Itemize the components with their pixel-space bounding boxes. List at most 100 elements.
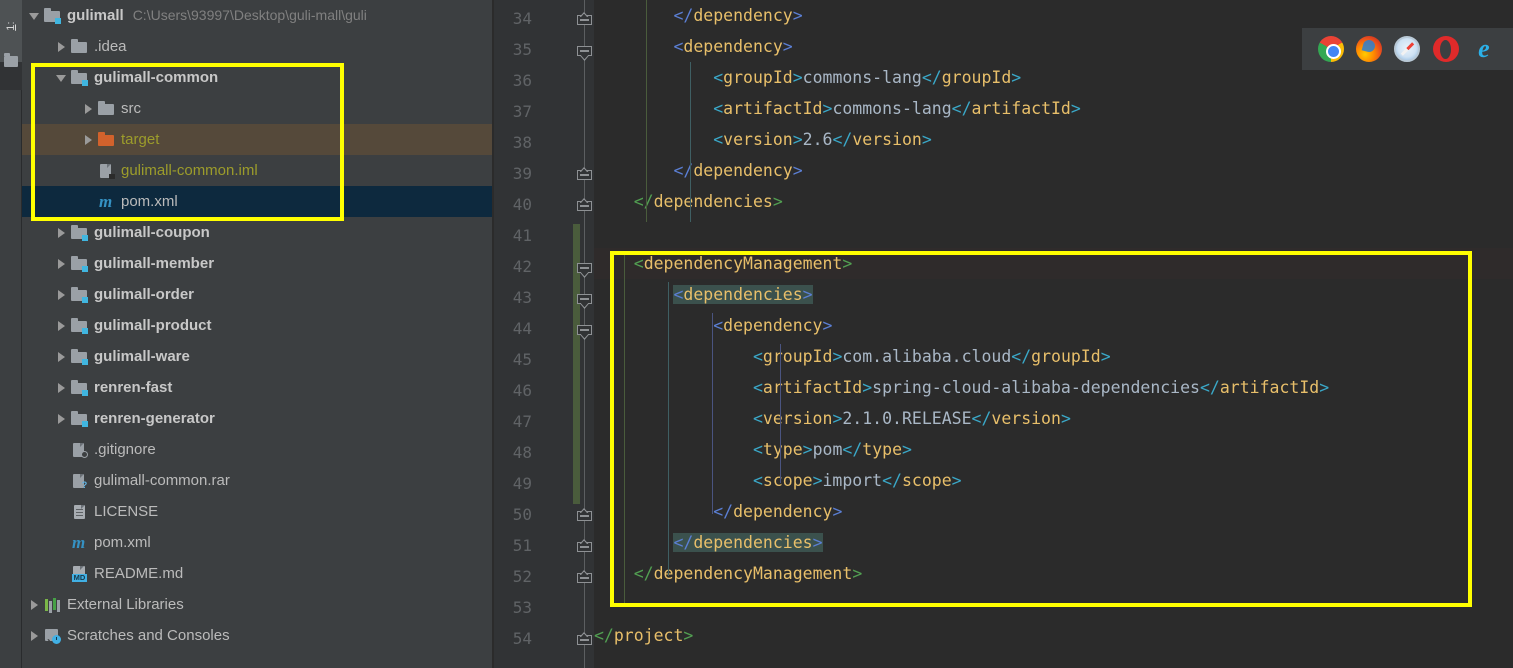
tree-row[interactable]: LICENSE	[22, 496, 493, 527]
tree-row[interactable]: gulimall-common.iml	[22, 155, 493, 186]
code-line[interactable]: </dependencies>	[594, 527, 1513, 558]
tree-row[interactable]: Scratches and Consoles	[22, 620, 493, 657]
chevron-right-icon[interactable]	[82, 133, 95, 146]
module-folder-icon	[71, 379, 88, 396]
tree-row[interactable]: src	[22, 93, 493, 124]
code-line[interactable]: </dependencyManagement>	[594, 558, 1513, 589]
editor-gutter[interactable]: 34 35 36 37 38 39 40 41 42 43 44 45 46 47 48 49 50 51 52 53…	[494, 0, 594, 668]
code-token: >	[902, 440, 912, 459]
code-line[interactable]: <dependencies>	[594, 279, 1513, 310]
fold-collapse-icon[interactable]	[577, 12, 592, 25]
code-line[interactable]: </dependency>	[594, 155, 1513, 186]
code-line[interactable]: <artifactId>spring-cloud-alibaba-depende…	[594, 372, 1513, 403]
tree-row[interactable]: gulimall C:\Users\93997\Desktop\guli-mall…	[22, 0, 493, 31]
code-line[interactable]: </dependencies>	[594, 186, 1513, 217]
code-content[interactable]: </dependency> <dependency> <groupId>comm…	[594, 0, 1513, 668]
safari-icon[interactable]	[1394, 36, 1421, 62]
fold-collapse-icon[interactable]	[577, 508, 592, 521]
code-line[interactable]: <version>2.6</version>	[594, 124, 1513, 155]
tree-row[interactable]: gulimall-coupon	[22, 217, 493, 248]
tree-row[interactable]: target	[22, 124, 493, 155]
chevron-right-icon[interactable]	[55, 226, 68, 239]
fold-collapse-icon[interactable]	[577, 198, 592, 211]
code-line[interactable]: <type>pom</type>	[594, 434, 1513, 465]
fold-collapse-icon[interactable]	[577, 539, 592, 552]
code-token: commons-lang	[802, 68, 922, 87]
firefox-icon[interactable]	[1356, 36, 1383, 62]
chrome-icon[interactable]	[1318, 36, 1345, 62]
fold-collapse-icon[interactable]	[577, 632, 592, 645]
chevron-down-icon[interactable]	[55, 71, 68, 84]
code-editor[interactable]: 34 35 36 37 38 39 40 41 42 43 44 45 46 47 48 49 50 51 52 53…	[494, 0, 1513, 668]
line-number: 50	[512, 505, 532, 524]
browser-preview-bar[interactable]: e	[1302, 28, 1513, 70]
line-number: 48	[512, 443, 532, 462]
fold-collapse-icon[interactable]	[577, 570, 592, 583]
tree-row[interactable]: renren-fast	[22, 372, 493, 403]
code-token: dependencies	[683, 285, 803, 304]
code-token: >	[812, 471, 823, 490]
chevron-right-icon[interactable]	[82, 102, 95, 115]
chevron-right-icon[interactable]	[55, 319, 68, 332]
code-line[interactable]: </dependency>	[594, 0, 1513, 31]
chevron-down-icon[interactable]	[28, 9, 41, 22]
chevron-right-icon[interactable]	[55, 381, 68, 394]
chevron-right-icon[interactable]	[55, 288, 68, 301]
project-path: C:\Users\93997\Desktop\guli-mall\guli	[132, 7, 367, 23]
code-line[interactable]: </dependency>	[594, 496, 1513, 527]
code-token: </	[673, 6, 694, 25]
module-folder-icon	[71, 224, 88, 241]
tree-row[interactable]: gulimall-product	[22, 310, 493, 341]
internet-explorer-icon[interactable]: e	[1471, 36, 1497, 62]
tree-row-label: target	[121, 131, 160, 148]
module-folder-icon	[71, 286, 88, 303]
tree-row[interactable]: gulimall-order	[22, 279, 493, 310]
line-number: 41	[512, 226, 532, 245]
code-line[interactable]: <version>2.1.0.RELEASE</version>	[594, 403, 1513, 434]
chevron-right-icon[interactable]	[55, 257, 68, 270]
tree-row[interactable]: .gitignore	[22, 434, 493, 465]
tool-window-stripe: 1: Pro	[0, 0, 40, 668]
fold-expanded-icon[interactable]	[577, 291, 592, 309]
code-line[interactable]: <artifactId>commons-lang</artifactId>	[594, 93, 1513, 124]
code-token: </	[1011, 347, 1032, 366]
code-line[interactable]: </project>	[594, 620, 1513, 651]
fold-expanded-icon[interactable]	[577, 43, 592, 61]
module-folder-icon	[71, 317, 88, 334]
chevron-right-icon[interactable]	[28, 629, 41, 642]
code-token: </	[832, 130, 853, 149]
code-line[interactable]: <dependency>	[594, 310, 1513, 341]
code-token: </	[633, 192, 654, 211]
fold-collapse-icon[interactable]	[577, 167, 592, 180]
tree-row[interactable]: gulimall-common	[22, 62, 493, 93]
tree-row-label: gulimall-product	[94, 317, 212, 334]
code-line[interactable]: <scope>import</scope>	[594, 465, 1513, 496]
code-line[interactable]	[594, 589, 1513, 620]
tree-row[interactable]: .idea	[22, 31, 493, 62]
chevron-right-icon[interactable]	[28, 598, 41, 611]
code-line[interactable]: <dependencyManagement>	[594, 248, 1513, 279]
code-token: </	[594, 626, 614, 645]
code-token: <	[673, 37, 684, 56]
opera-icon[interactable]	[1432, 36, 1459, 62]
project-tree-panel[interactable]: gulimall C:\Users\93997\Desktop\guli-mall…	[22, 0, 493, 668]
tree-row[interactable]: gulimall-member	[22, 248, 493, 279]
tree-row[interactable]: External Libraries	[22, 589, 493, 620]
code-token: dependency	[693, 161, 793, 180]
code-line[interactable]	[594, 217, 1513, 248]
chevron-right-icon[interactable]	[55, 40, 68, 53]
fold-expanded-icon[interactable]	[577, 260, 592, 278]
tree-row[interactable]: MD README.md	[22, 558, 493, 589]
code-token: <	[713, 130, 724, 149]
code-line[interactable]: <groupId>com.alibaba.cloud</groupId>	[594, 341, 1513, 372]
tree-row[interactable]: gulimall-ware	[22, 341, 493, 372]
chevron-right-icon[interactable]	[55, 350, 68, 363]
tree-row[interactable]: ? gulimall-common.rar	[22, 465, 493, 496]
tree-row[interactable]: m pom.xml	[22, 186, 493, 217]
fold-expanded-icon[interactable]	[577, 322, 592, 340]
code-token: groupId	[762, 347, 833, 366]
tree-row[interactable]: renren-generator	[22, 403, 493, 434]
tree-row[interactable]: m pom.xml	[22, 527, 493, 558]
chevron-right-icon[interactable]	[55, 412, 68, 425]
